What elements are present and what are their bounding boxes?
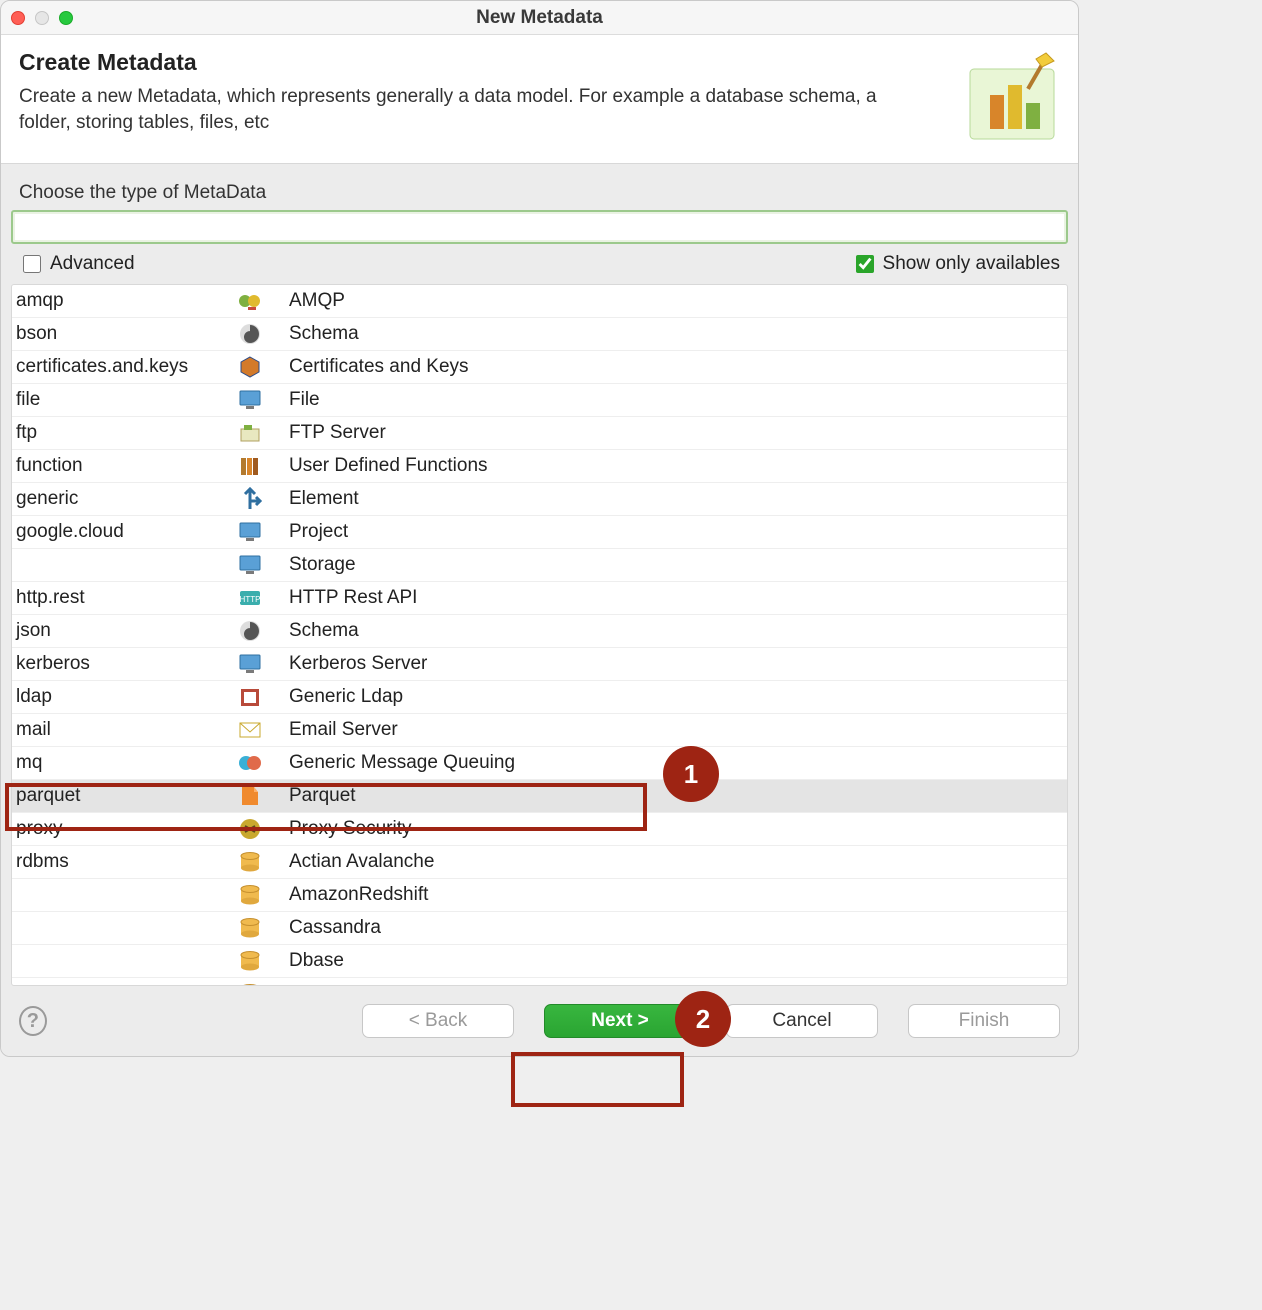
metadata-type-row[interactable]: amqp AMQP [12, 285, 1067, 318]
window-title: New Metadata [1, 7, 1078, 29]
metadata-type-row[interactable]: certificates.and.keys Certificates and Ke… [12, 351, 1067, 384]
monitor-icon [219, 652, 281, 676]
metadata-label: Actian Avalanche [281, 851, 1065, 873]
metadata-type-row[interactable]: bson Schema [12, 318, 1067, 351]
metadata-key: bson [14, 323, 219, 345]
metadata-key: generic [14, 488, 219, 510]
db-icon [219, 982, 281, 985]
monitor-icon [219, 553, 281, 577]
monitor-icon [219, 388, 281, 412]
metadata-label: AMQP [281, 290, 1065, 312]
cert-icon [219, 355, 281, 379]
metadata-label: AmazonRedshift [281, 884, 1065, 906]
db-icon [219, 916, 281, 940]
mail-icon [219, 718, 281, 742]
metadata-type-row[interactable]: function User Defined Functions [12, 450, 1067, 483]
metadata-label: FTP Server [281, 422, 1065, 444]
metadata-label: Schema [281, 620, 1065, 642]
titlebar: New Metadata [1, 1, 1078, 35]
annotation-badge-1: 1 [663, 746, 719, 802]
swirl-icon [219, 619, 281, 643]
metadata-key: file [14, 389, 219, 411]
metadata-key: mq [14, 752, 219, 774]
metadata-label: Email Server [281, 719, 1065, 741]
annotation-rect-2 [511, 1052, 684, 1107]
metadata-label: Cassandra [281, 917, 1065, 939]
metadata-label: Kerberos Server [281, 653, 1065, 675]
metadata-type-row[interactable]: json Schema [12, 615, 1067, 648]
metadata-label: Certificates and Keys [281, 356, 1065, 378]
finish-button: Finish [908, 1004, 1060, 1038]
help-icon[interactable]: ? [19, 1006, 47, 1036]
advanced-label[interactable]: Advanced [50, 253, 135, 275]
banner: Create Metadata Create a new Metadata, w… [1, 35, 1078, 164]
swirl-icon [219, 322, 281, 346]
db-icon [219, 850, 281, 874]
metadata-label: HTTP Rest API [281, 587, 1065, 609]
advanced-checkbox[interactable] [23, 255, 41, 273]
show-only-availables-checkbox[interactable] [856, 255, 874, 273]
metadata-type-row[interactable]: Storage [12, 549, 1067, 582]
metadata-type-row[interactable]: Cassandra [12, 912, 1067, 945]
ldap-icon [219, 685, 281, 709]
back-button: < Back [362, 1004, 514, 1038]
metadata-key: ftp [14, 422, 219, 444]
metadata-type-row[interactable]: mqGeneric Message Queuing [12, 747, 1067, 780]
metadata-key: kerberos [14, 653, 219, 675]
metadata-key: amqp [14, 290, 219, 312]
metadata-key: function [14, 455, 219, 477]
cancel-button[interactable]: Cancel [726, 1004, 878, 1038]
metadata-key: ldap [14, 686, 219, 708]
metadata-type-row[interactable]: google.cloud Project [12, 516, 1067, 549]
books-icon [219, 454, 281, 478]
mq-icon [219, 751, 281, 775]
metadata-type-row[interactable]: AmazonRedshift [12, 879, 1067, 912]
metadata-type-list-scroll[interactable]: amqp AMQP bson Schema certificates.and.keys C… [12, 285, 1067, 985]
amqp-icon [219, 289, 281, 313]
ftp-icon [219, 421, 281, 445]
metadata-label: Generic Ldap [281, 686, 1065, 708]
metadata-key: http.rest [14, 587, 219, 609]
monitor-icon [219, 520, 281, 544]
metadata-label: Storage [281, 554, 1065, 576]
arrows-icon [219, 487, 281, 511]
metadata-type-row[interactable]: generic Element [12, 483, 1067, 516]
db-icon [219, 949, 281, 973]
metadata-type-row[interactable]: file File [12, 384, 1067, 417]
show-only-availables-label[interactable]: Show only availables [883, 253, 1060, 275]
metadata-type-list: amqp AMQP bson Schema certificates.and.keys C… [11, 284, 1068, 986]
metadata-key: certificates.and.keys [14, 356, 219, 378]
metadata-type-row[interactable]: Dbase [12, 945, 1067, 978]
metadata-key: google.cloud [14, 521, 219, 543]
next-button[interactable]: Next > [544, 1004, 696, 1038]
metadata-filter-input[interactable] [11, 210, 1068, 244]
banner-heading: Create Metadata [19, 49, 956, 76]
metadata-key: rdbms [14, 851, 219, 873]
metadata-type-row[interactable]: ftp FTP Server [12, 417, 1067, 450]
http-icon [219, 586, 281, 610]
metadata-label: User Defined Functions [281, 455, 1065, 477]
metadata-label: Schema [281, 323, 1065, 345]
metadata-label: Firebird [281, 983, 1065, 985]
metadata-type-row[interactable]: rdbms Actian Avalanche [12, 846, 1067, 879]
metadata-label: Project [281, 521, 1065, 543]
metadata-type-row[interactable]: ldap Generic Ldap [12, 681, 1067, 714]
choose-type-label: Choose the type of MetaData [1, 164, 1078, 210]
dialog-footer: ? < Back Next > Cancel Finish [1, 986, 1078, 1056]
metadata-key: mail [14, 719, 219, 741]
banner-description: Create a new Metadata, which represents … [19, 84, 919, 135]
metadata-key: json [14, 620, 219, 642]
metadata-label: Element [281, 488, 1065, 510]
annotation-rect-1 [5, 783, 647, 831]
metadata-label: Dbase [281, 950, 1065, 972]
metadata-type-row[interactable]: Firebird [12, 978, 1067, 985]
metadata-type-row[interactable]: kerberos Kerberos Server [12, 648, 1067, 681]
metadata-type-row[interactable]: mail Email Server [12, 714, 1067, 747]
metadata-label: File [281, 389, 1065, 411]
new-metadata-dialog: New Metadata Create Metadata Create a ne… [0, 0, 1079, 1057]
annotation-badge-2: 2 [675, 991, 731, 1047]
metadata-type-row[interactable]: http.rest HTTP Rest API [12, 582, 1067, 615]
wizard-icon [964, 49, 1060, 145]
db-icon [219, 883, 281, 907]
